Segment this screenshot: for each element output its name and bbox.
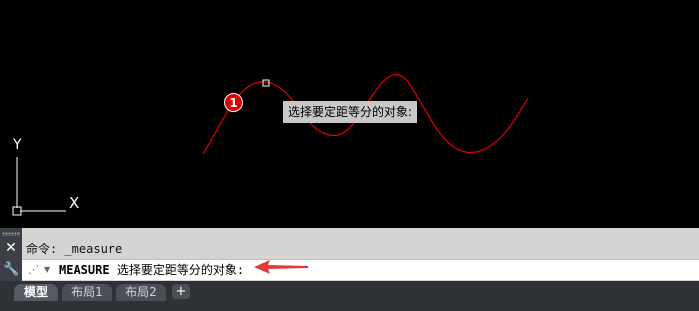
- command-name: MEASURE: [59, 263, 110, 277]
- command-tooltip: 选择要定距等分的对象:: [283, 101, 418, 123]
- step-marker: 1: [224, 93, 243, 112]
- command-input-text: MEASURE 选择要定距等分的对象:: [59, 262, 244, 278]
- tab-model[interactable]: 模型: [14, 284, 58, 301]
- tab-layout2[interactable]: 布局2: [116, 284, 166, 301]
- close-icon[interactable]: ✕: [3, 240, 19, 256]
- command-line-sidebar: ✕ 🔧: [0, 228, 22, 281]
- annotation-arrow-icon: [254, 260, 308, 274]
- wrench-icon[interactable]: 🔧: [3, 262, 19, 278]
- command-input[interactable]: ⋰ ▼ MEASURE 选择要定距等分的对象:: [22, 259, 699, 280]
- ucs-icon: [12, 157, 66, 216]
- command-history-line: 命令: _measure: [26, 242, 123, 256]
- command-prompt: 选择要定距等分的对象:: [116, 263, 245, 277]
- command-line-panel: ✕ 🔧 命令: _measure ⋰ ▼ MEASURE 选择要定距等分的对象:: [0, 228, 699, 281]
- drawing-canvas[interactable]: Y X 1 选择要定距等分的对象:: [0, 0, 699, 228]
- dropdown-icon[interactable]: ▼: [44, 263, 54, 277]
- add-layout-button[interactable]: +: [172, 284, 190, 299]
- layout-tab-bar: 模型 布局1 布局2 +: [0, 281, 699, 311]
- ucs-y-label: Y: [13, 137, 22, 153]
- command-icon[interactable]: ⋰: [28, 263, 42, 277]
- ucs-x-label: X: [69, 194, 80, 212]
- drag-grip-icon[interactable]: [2, 232, 20, 236]
- tab-layout1[interactable]: 布局1: [62, 284, 112, 301]
